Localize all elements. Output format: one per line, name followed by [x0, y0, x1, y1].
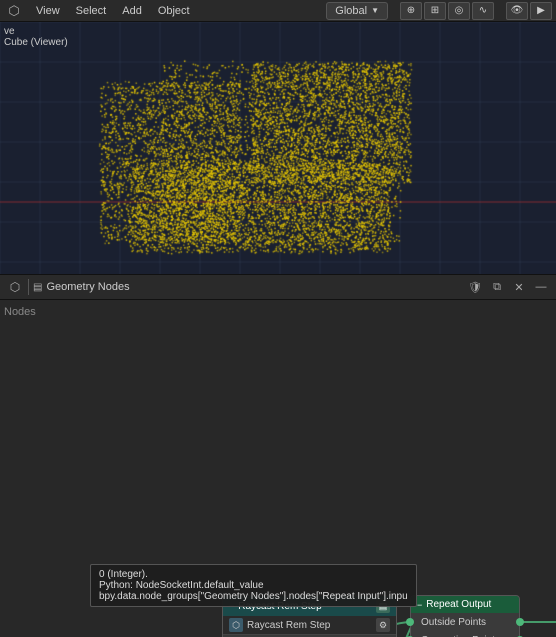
viewport: ve Cube (Viewer) — [0, 22, 556, 274]
pin-icon[interactable]: — — [532, 278, 550, 296]
copy-icon[interactable]: ⧉ — [488, 278, 506, 296]
node-editor: Nodes − Repeat Output O — [0, 300, 556, 637]
socket-outside-out — [516, 618, 524, 626]
snap-icon[interactable]: ⊞ — [424, 2, 446, 20]
chevron-down-icon: ▼ — [371, 6, 379, 15]
menu-add[interactable]: Add — [118, 3, 146, 19]
repeat-output-node: − Repeat Output Outside Points Computing… — [410, 595, 520, 637]
repeat-output-header: − Repeat Output — [411, 596, 519, 613]
info-python-line2: bpy.data.node_groups["Geometry Nodes"].n… — [99, 591, 408, 602]
repeat-output-title: Repeat Output — [426, 599, 491, 610]
info-python-line1: Python: NodeSocketInt.default_value — [99, 580, 408, 591]
top-menu-bar: ⬡ View Select Add Object Global ▼ ⊕ ⊞ ◎ … — [0, 0, 556, 22]
raycast-inner-title: Raycast Rem Step — [247, 620, 330, 631]
global-mode-label: Global — [335, 5, 367, 17]
nodes-label: Nodes — [4, 306, 36, 318]
repeat-output-row-outside: Outside Points — [411, 613, 519, 631]
proportional-icon[interactable]: ◎ — [448, 2, 470, 20]
raycast-inner-icon: ⬡ — [229, 618, 243, 632]
node-editor-title: Geometry Nodes — [46, 281, 462, 293]
repeat-output-row-computing: Computing Points — [411, 631, 519, 637]
node-editor-mode-btn[interactable]: ▤ — [33, 282, 42, 293]
render-icon[interactable]: ▶ — [530, 2, 552, 20]
minus-icon: − — [417, 600, 422, 610]
node-editor-bar: ⬡ ▤ Geometry Nodes 🛡 ⧉ ✕ — — [0, 274, 556, 300]
viewport-shade-icon[interactable]: 👁 — [506, 2, 528, 20]
raycast-inner-settings: ⚙ — [376, 618, 390, 632]
info-value: 0 (Integer). — [99, 569, 408, 580]
viewport-label: ve Cube (Viewer) — [4, 26, 68, 48]
outside-points-label: Outside Points — [417, 617, 513, 628]
raycast-inner-bar: ⬡ Raycast Rem Step ⚙ — [223, 616, 396, 635]
menu-object[interactable]: Object — [154, 3, 194, 19]
node-editor-icon: ⬡ — [6, 278, 24, 296]
info-box: 0 (Integer). Python: NodeSocketInt.defau… — [90, 564, 417, 607]
menu-select[interactable]: Select — [72, 3, 111, 19]
global-mode-selector[interactable]: Global ▼ — [326, 2, 388, 20]
menu-view[interactable]: View — [32, 3, 64, 19]
blender-icon: ⬡ — [4, 1, 24, 21]
transform-icon[interactable]: ⊕ — [400, 2, 422, 20]
wave-icon[interactable]: ∿ — [472, 2, 494, 20]
close-icon[interactable]: ✕ — [510, 278, 528, 296]
shield-icon[interactable]: 🛡 — [466, 278, 484, 296]
socket-outside-in — [406, 618, 414, 626]
